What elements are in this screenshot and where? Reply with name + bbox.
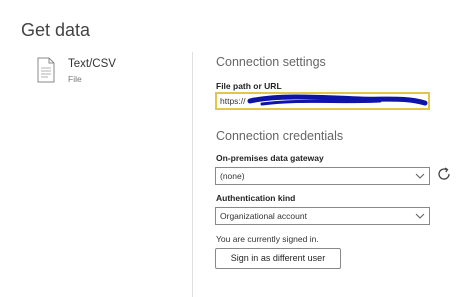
gateway-value: (none) <box>220 171 245 181</box>
file-path-label: File path or URL <box>216 81 282 91</box>
refresh-icon[interactable] <box>436 166 452 182</box>
chevron-down-icon <box>415 213 425 219</box>
file-path-input[interactable]: https:// <box>215 92 430 110</box>
auth-kind-value: Organizational account <box>220 211 307 221</box>
connection-credentials-heading: Connection credentials <box>216 129 344 143</box>
signed-in-status: You are currently signed in. <box>216 234 319 244</box>
gateway-label: On-premises data gateway <box>216 153 324 163</box>
source-item-text-csv[interactable]: Text/CSV File <box>36 57 166 91</box>
source-name: Text/CSV <box>68 58 116 70</box>
source-type: File <box>68 74 82 84</box>
document-icon <box>37 57 55 83</box>
file-path-value: https:// <box>220 96 246 106</box>
chevron-down-icon <box>415 173 425 179</box>
gateway-select[interactable]: (none) <box>215 167 430 185</box>
sign-in-different-user-button[interactable]: Sign in as different user <box>215 248 341 269</box>
get-data-dialog: Get data Text/CSV File Connection settin… <box>0 0 474 297</box>
connection-settings-heading: Connection settings <box>216 55 326 69</box>
page-title: Get data <box>21 20 91 40</box>
panel-divider <box>192 52 193 297</box>
auth-kind-select[interactable]: Organizational account <box>215 207 430 225</box>
auth-kind-label: Authentication kind <box>216 193 296 203</box>
